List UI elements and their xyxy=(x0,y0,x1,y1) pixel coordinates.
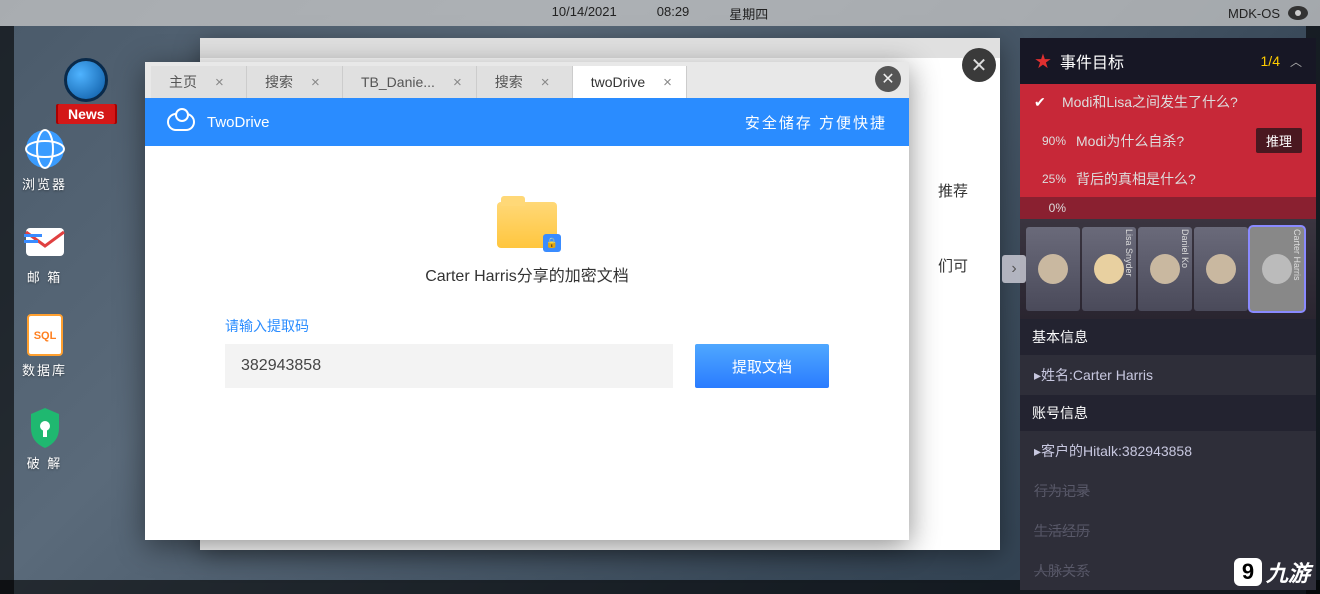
star-icon: ★ xyxy=(1034,49,1052,74)
twodrive-slogan: 安全储存 方便快捷 xyxy=(745,112,887,133)
database-label: 数据库 xyxy=(22,360,67,379)
goal-item-3[interactable]: 25% 背后的真相是什么? xyxy=(1020,161,1316,197)
right-panel: ★ 事件目标 1/4 ︿ ✔ Modi和Lisa之间发生了什么? 90% Mod… xyxy=(1020,38,1316,590)
goal-text: Modi为什么自杀? xyxy=(1076,131,1246,151)
info-box: 基本信息 ▸姓名:Carter Harris 账号信息 ▸客户的Hitalk:3… xyxy=(1020,319,1316,590)
os-label: MDK-OS xyxy=(1228,6,1280,21)
portrait-label: Daniel Ko xyxy=(1178,229,1190,309)
info-hitalk[interactable]: ▸客户的Hitalk:382943858 xyxy=(1020,431,1316,471)
status-center: 10/14/2021 08:29 星期四 xyxy=(0,4,1320,23)
watermark-icon: 9 xyxy=(1234,558,1262,586)
portrait-2[interactable]: Lisa Snyder xyxy=(1082,227,1136,311)
goal-text: Modi和Lisa之间发生了什么? xyxy=(1062,92,1302,112)
crack-label: 破 解 xyxy=(27,453,63,472)
database-icon: SQL xyxy=(24,314,66,356)
goal-text: 背后的真相是什么? xyxy=(1076,169,1302,189)
info-life: 生活经历 xyxy=(1020,511,1316,551)
input-row: 提取文档 xyxy=(225,344,829,388)
goal-pct: 0% xyxy=(1034,201,1066,215)
twodrive-brand: TwoDrive xyxy=(207,114,270,131)
close-icon[interactable]: × xyxy=(311,74,320,91)
news-widget[interactable]: News xyxy=(58,58,115,124)
portrait-4[interactable] xyxy=(1194,227,1248,311)
close-icon[interactable]: × xyxy=(663,74,672,91)
watermark: 9 九游 xyxy=(1234,556,1310,588)
account-info-header: 账号信息 xyxy=(1020,395,1316,431)
portraits-scroll-right[interactable]: › xyxy=(1002,255,1026,283)
tab-search2-label: 搜索 xyxy=(495,72,523,92)
locked-folder-icon xyxy=(497,202,557,248)
modal-close-button[interactable]: ✕ xyxy=(875,66,901,92)
twodrive-body: Carter Harris分享的加密文档 请输入提取码 提取文档 xyxy=(145,146,909,388)
svg-text:SQL: SQL xyxy=(33,330,56,342)
document-title: Carter Harris分享的加密文档 xyxy=(425,262,629,286)
os-eye-icon xyxy=(1288,6,1308,20)
chevron-up-icon[interactable]: ︿ xyxy=(1290,53,1302,70)
status-weekday: 星期四 xyxy=(729,4,768,23)
watermark-text: 九游 xyxy=(1266,556,1310,588)
desktop-mail[interactable]: 邮 箱 xyxy=(22,221,67,286)
goal-item-2[interactable]: 90% Modi为什么自杀? 推理 xyxy=(1020,120,1316,161)
extract-button[interactable]: 提取文档 xyxy=(695,344,829,388)
goals-title: 事件目标 xyxy=(1060,49,1124,73)
goals-progress-text: 1/4 xyxy=(1261,53,1280,69)
crack-icon xyxy=(24,407,66,449)
mail-label: 邮 箱 xyxy=(27,267,63,286)
portrait-label: Lisa Snyder xyxy=(1122,229,1134,309)
tab-home-label: 主页 xyxy=(169,72,197,92)
desktop-crack[interactable]: 破 解 xyxy=(22,407,67,472)
lock-icon xyxy=(543,234,561,252)
bg-text-rec: 推荐 xyxy=(938,180,968,201)
tab-search2[interactable]: 搜索 × xyxy=(477,66,573,98)
close-icon[interactable]: × xyxy=(453,74,462,91)
portraits-row: › Lisa Snyder Daniel Ko Carter Harris xyxy=(1020,219,1316,319)
extract-code-input[interactable] xyxy=(225,344,673,388)
check-icon: ✔ xyxy=(1034,94,1052,111)
browser-label: 浏览器 xyxy=(22,174,67,193)
info-name[interactable]: ▸姓名:Carter Harris xyxy=(1020,355,1316,395)
bg-window-close[interactable]: ✕ xyxy=(962,48,996,82)
close-icon[interactable]: × xyxy=(215,74,224,91)
tab-twodrive-label: twoDrive xyxy=(591,74,645,90)
goal-item-4[interactable]: 0% xyxy=(1020,197,1316,219)
portrait-5[interactable]: Carter Harris xyxy=(1250,227,1304,311)
goals-header[interactable]: ★ 事件目标 1/4 ︿ xyxy=(1020,38,1316,84)
cloud-icon xyxy=(167,113,195,131)
tab-search1-label: 搜索 xyxy=(265,72,293,92)
goal-item-1[interactable]: ✔ Modi和Lisa之间发生了什么? xyxy=(1020,84,1316,120)
status-date: 10/14/2021 xyxy=(552,4,617,23)
bg-text-can: 们可 xyxy=(938,255,968,276)
desktop-browser[interactable]: 浏览器 xyxy=(22,128,67,193)
status-bar: 10/14/2021 08:29 星期四 MDK-OS xyxy=(0,0,1320,26)
tab-home[interactable]: 主页 × xyxy=(151,66,247,98)
portrait-3[interactable]: Daniel Ko xyxy=(1138,227,1192,311)
twodrive-modal: 主页 × 搜索 × TB_Danie... × 搜索 × twoDrive × ✕ Two… xyxy=(145,62,909,540)
tab-twodrive[interactable]: twoDrive × xyxy=(573,66,687,98)
goal-pct: 90% xyxy=(1034,134,1066,148)
status-time: 08:29 xyxy=(657,4,690,23)
reason-button[interactable]: 推理 xyxy=(1256,128,1302,153)
tab-search1[interactable]: 搜索 × xyxy=(247,66,343,98)
browser-icon xyxy=(24,128,66,170)
portrait-label: Carter Harris xyxy=(1290,229,1302,309)
globe-icon xyxy=(64,58,108,102)
desktop-database[interactable]: SQL 数据库 xyxy=(22,314,67,379)
code-prompt: 请输入提取码 xyxy=(225,316,829,336)
basic-info-header: 基本信息 xyxy=(1020,319,1316,355)
twodrive-header: TwoDrive 安全储存 方便快捷 xyxy=(145,98,909,146)
status-right: MDK-OS xyxy=(1228,6,1308,21)
tab-tbdanie-label: TB_Danie... xyxy=(361,74,435,90)
close-icon[interactable]: × xyxy=(541,74,550,91)
portrait-1[interactable] xyxy=(1026,227,1080,311)
goals-progress: 1/4 ︿ xyxy=(1261,53,1302,70)
goal-pct: 25% xyxy=(1034,172,1066,186)
news-banner: News xyxy=(58,104,115,124)
desktop-icons: 浏览器 邮 箱 SQL 数据库 破 解 xyxy=(22,128,67,472)
tab-tbdanie[interactable]: TB_Danie... × xyxy=(343,66,477,98)
mail-icon xyxy=(24,221,66,263)
bg-window-tabbar xyxy=(200,38,1000,58)
goals-list: ✔ Modi和Lisa之间发生了什么? 90% Modi为什么自杀? 推理 25… xyxy=(1020,84,1316,219)
info-behavior: 行为记录 xyxy=(1020,471,1316,511)
modal-tabbar: 主页 × 搜索 × TB_Danie... × 搜索 × twoDrive × ✕ xyxy=(145,62,909,98)
